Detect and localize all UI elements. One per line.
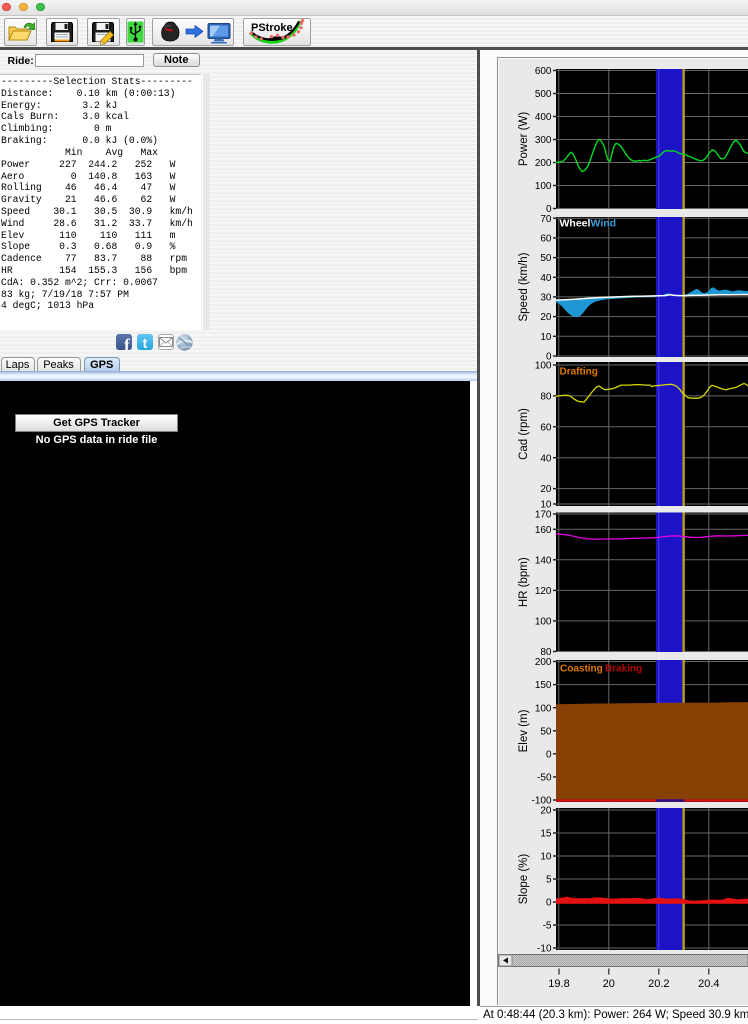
svg-text:50: 50 (540, 726, 552, 737)
svg-text:Power (W): Power (W) (518, 112, 530, 166)
svg-text:20.4: 20.4 (698, 978, 719, 990)
svg-text:80: 80 (540, 392, 552, 403)
svg-text:f: f (124, 335, 130, 350)
svg-text:50: 50 (540, 253, 552, 264)
svg-text:400: 400 (535, 112, 552, 123)
svg-text:20.2: 20.2 (648, 978, 669, 990)
svg-text:0: 0 (546, 749, 552, 760)
svg-text:t: t (143, 335, 148, 350)
svg-text:PStroke: PStroke (251, 22, 293, 34)
svg-text:30: 30 (540, 293, 552, 304)
svg-text:100: 100 (535, 361, 552, 372)
svg-text:40: 40 (540, 453, 552, 464)
svg-text:Cad (rpm): Cad (rpm) (518, 408, 530, 460)
svg-text:170: 170 (535, 510, 552, 521)
svg-text:160: 160 (535, 525, 552, 536)
svg-text:20: 20 (540, 484, 552, 495)
svg-text:200: 200 (535, 158, 552, 169)
svg-text:Drafting: Drafting (560, 367, 598, 378)
svg-text:500: 500 (535, 89, 552, 100)
svg-text:60: 60 (540, 422, 552, 433)
svg-text:20: 20 (603, 978, 615, 990)
svg-text:Slope (%): Slope (%) (518, 854, 530, 905)
svg-text:10: 10 (540, 852, 552, 863)
svg-text:70: 70 (540, 214, 552, 225)
svg-text:19.8: 19.8 (548, 978, 569, 990)
svg-text:20: 20 (540, 312, 552, 323)
svg-text:40: 40 (540, 273, 552, 284)
svg-text:600: 600 (535, 66, 552, 77)
svg-text:140: 140 (535, 555, 552, 566)
svg-text:100: 100 (535, 703, 552, 714)
svg-text:5: 5 (546, 875, 552, 886)
svg-text:-10: -10 (537, 944, 552, 955)
svg-text:100: 100 (535, 617, 552, 628)
svg-text:-5: -5 (543, 921, 552, 932)
svg-text:150: 150 (535, 680, 552, 691)
svg-text:Coasting: Coasting (560, 664, 603, 675)
svg-text:15: 15 (540, 829, 552, 840)
svg-text:Speed (km/h): Speed (km/h) (518, 252, 530, 321)
svg-text:120: 120 (535, 586, 552, 597)
svg-text:20: 20 (540, 806, 552, 817)
svg-text:200: 200 (535, 657, 552, 668)
svg-text:Elev (m): Elev (m) (518, 709, 530, 752)
svg-text:HR (bpm): HR (bpm) (518, 557, 530, 607)
svg-text:Wind: Wind (591, 218, 617, 230)
svg-text:Braking: Braking (605, 664, 642, 675)
svg-text:Wheel: Wheel (560, 218, 591, 230)
svg-text:60: 60 (540, 234, 552, 245)
svg-text:-50: -50 (537, 773, 552, 784)
svg-text:100: 100 (535, 181, 552, 192)
svg-text:10: 10 (540, 332, 552, 343)
svg-text:300: 300 (535, 135, 552, 146)
svg-text:0: 0 (546, 898, 552, 909)
